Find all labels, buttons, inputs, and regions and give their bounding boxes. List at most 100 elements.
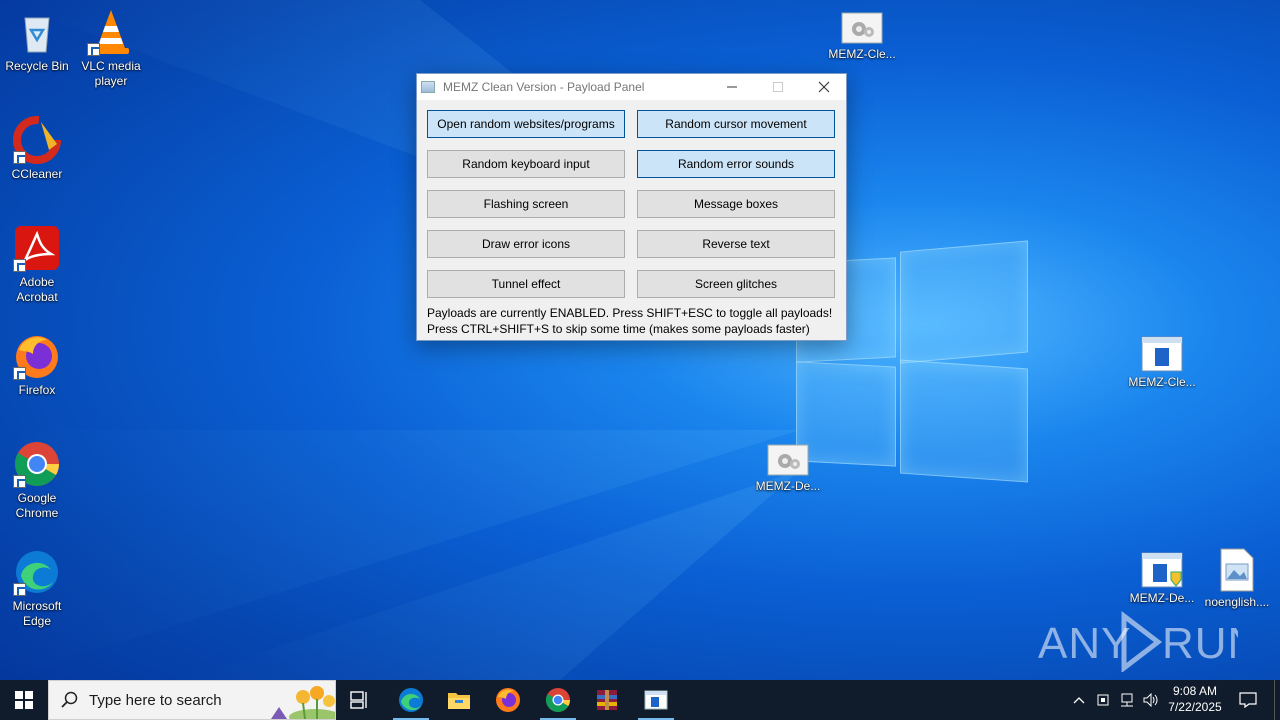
desktop-icon-acrobat[interactable]: Adobe Acrobat — [0, 224, 74, 305]
minimize-icon — [727, 86, 737, 88]
chrome-icon — [545, 688, 570, 713]
maximize-icon — [773, 82, 783, 92]
desktop-icon-label: Firefox — [18, 383, 56, 397]
taskbar-winrar-button[interactable] — [583, 680, 631, 720]
payload-flashing-screen-button[interactable]: Flashing screen — [427, 190, 625, 218]
firefox-icon — [13, 332, 61, 380]
volume-icon — [1143, 693, 1158, 707]
desktop-icon-label: CCleaner — [11, 167, 63, 181]
desktop-icon-noenglish[interactable]: noenglish.... — [1200, 548, 1274, 610]
desktop-icon-recycle-bin[interactable]: Recycle Bin — [0, 8, 74, 74]
file-explorer-icon — [448, 693, 470, 709]
memz-window-icon — [644, 690, 668, 710]
shortcut-arrow-icon — [87, 43, 100, 56]
desktop-icon-memz-dest-config[interactable]: MEMZ-De... — [750, 444, 826, 494]
task-view-icon — [350, 691, 367, 709]
ccleaner-icon — [13, 116, 61, 164]
desktop-icon-memz-clean-config[interactable]: MEMZ-Cle... — [824, 12, 900, 62]
desktop-icon-label: Adobe Acrobat — [16, 275, 58, 304]
payload-random-keyboard-button[interactable]: Random keyboard input — [427, 150, 625, 178]
payload-draw-error-icons-button[interactable]: Draw error icons — [427, 230, 625, 258]
notification-icon — [1239, 692, 1257, 708]
search-highlight-flowers-icon — [271, 686, 335, 719]
recycle-bin-icon — [13, 8, 61, 56]
window-titlebar[interactable]: MEMZ Clean Version - Payload Panel — [417, 74, 846, 100]
app-window-icon — [1141, 336, 1183, 372]
desktop-icon-memz-dest-app[interactable]: MEMZ-De... — [1124, 552, 1200, 606]
svg-text:ANY: ANY — [1038, 619, 1131, 668]
desktop-icon-label: Microsoft Edge — [12, 599, 62, 628]
chrome-icon — [13, 440, 61, 488]
gear-window-icon — [767, 444, 809, 476]
desktop-icon-label: MEMZ-De... — [1129, 591, 1195, 605]
payload-status-text: Payloads are currently ENABLED. Press SH… — [427, 305, 832, 337]
clock-date: 7/22/2025 — [1168, 700, 1222, 714]
taskbar: Type here to search 9:08 AM 7/22/2025 — [0, 680, 1280, 720]
desktop-icon-memz-clean-app[interactable]: MEMZ-Cle... — [1124, 336, 1200, 390]
close-button[interactable] — [801, 74, 847, 100]
desktop-icon-edge[interactable]: Microsoft Edge — [0, 548, 74, 629]
shortcut-arrow-icon — [13, 475, 26, 488]
search-placeholder: Type here to search — [89, 691, 222, 709]
anyrun-logo-icon: ANY RUN — [1038, 610, 1259, 674]
taskbar-chrome-button[interactable] — [534, 680, 582, 720]
taskbar-search-box[interactable]: Type here to search — [48, 680, 336, 720]
payload-screen-glitches-button[interactable]: Screen glitches — [637, 270, 835, 298]
app-window-icon — [421, 81, 435, 93]
desktop-icon-label: VLC media player — [81, 59, 141, 88]
desktop-icon-label: MEMZ-Cle... — [1128, 375, 1196, 389]
tray-volume-button[interactable] — [1140, 680, 1162, 720]
desktop-icon-label: Google Chrome — [15, 491, 59, 520]
desktop-icon-ccleaner[interactable]: CCleaner — [0, 116, 74, 182]
desktop-icon-chrome[interactable]: Google Chrome — [0, 440, 74, 521]
windows-start-icon — [15, 691, 33, 709]
taskbar-edge-button[interactable] — [387, 680, 435, 720]
show-desktop-button[interactable] — [1274, 680, 1280, 720]
payload-random-error-sounds-button[interactable]: Random error sounds — [637, 150, 835, 178]
start-button[interactable] — [0, 680, 48, 720]
taskbar-firefox-button[interactable] — [484, 680, 532, 720]
tray-network-button[interactable] — [1116, 680, 1138, 720]
desktop-icon-label: MEMZ-De... — [755, 479, 821, 493]
payload-tunnel-effect-button[interactable]: Tunnel effect — [427, 270, 625, 298]
taskbar-file-explorer-button[interactable] — [435, 680, 483, 720]
clock-time: 9:08 AM — [1172, 684, 1218, 698]
status-line-enabled: Payloads are currently ENABLED. Press SH… — [427, 306, 833, 320]
anyrun-watermark: ANY RUN — [1038, 608, 1259, 674]
payload-random-cursor-button[interactable]: Random cursor movement — [637, 110, 835, 138]
desktop-icon-label: MEMZ-Cle... — [828, 47, 896, 61]
desktop-icon-vlc[interactable]: VLC media player — [74, 8, 148, 89]
taskbar-memz-button[interactable] — [632, 680, 680, 720]
task-view-button[interactable] — [336, 680, 384, 720]
acrobat-icon — [13, 224, 61, 272]
search-icon — [61, 691, 79, 709]
shortcut-arrow-icon — [13, 151, 26, 164]
memz-payload-panel-window: MEMZ Clean Version - Payload Panel Open … — [416, 73, 847, 341]
image-file-icon — [1220, 548, 1254, 592]
tray-device-button[interactable] — [1092, 680, 1114, 720]
shortcut-arrow-icon — [13, 367, 26, 380]
window-title: MEMZ Clean Version - Payload Panel — [443, 80, 645, 94]
minimize-button[interactable] — [709, 74, 755, 100]
action-center-button[interactable] — [1234, 680, 1262, 720]
taskbar-clock[interactable]: 9:08 AM 7/22/2025 — [1160, 683, 1230, 715]
device-icon — [1097, 694, 1109, 706]
winrar-icon — [597, 690, 617, 710]
network-icon — [1121, 693, 1133, 707]
shortcut-arrow-icon — [13, 583, 26, 596]
desktop-icon-firefox[interactable]: Firefox — [0, 332, 74, 398]
payload-reverse-text-button[interactable]: Reverse text — [637, 230, 835, 258]
app-window-shield-icon — [1141, 552, 1183, 588]
edge-icon — [13, 548, 61, 596]
vlc-icon — [87, 8, 135, 56]
show-hidden-icons-button[interactable] — [1068, 680, 1090, 720]
payload-message-boxes-button[interactable]: Message boxes — [637, 190, 835, 218]
shortcut-arrow-icon — [13, 259, 26, 272]
payload-open-random-websites-button[interactable]: Open random websites/programs — [427, 110, 625, 138]
svg-text:RUN: RUN — [1162, 619, 1238, 668]
maximize-button[interactable] — [755, 74, 801, 100]
firefox-icon — [496, 688, 520, 712]
edge-icon — [399, 688, 423, 712]
chevron-up-icon — [1073, 697, 1085, 704]
gear-window-icon — [841, 12, 883, 44]
